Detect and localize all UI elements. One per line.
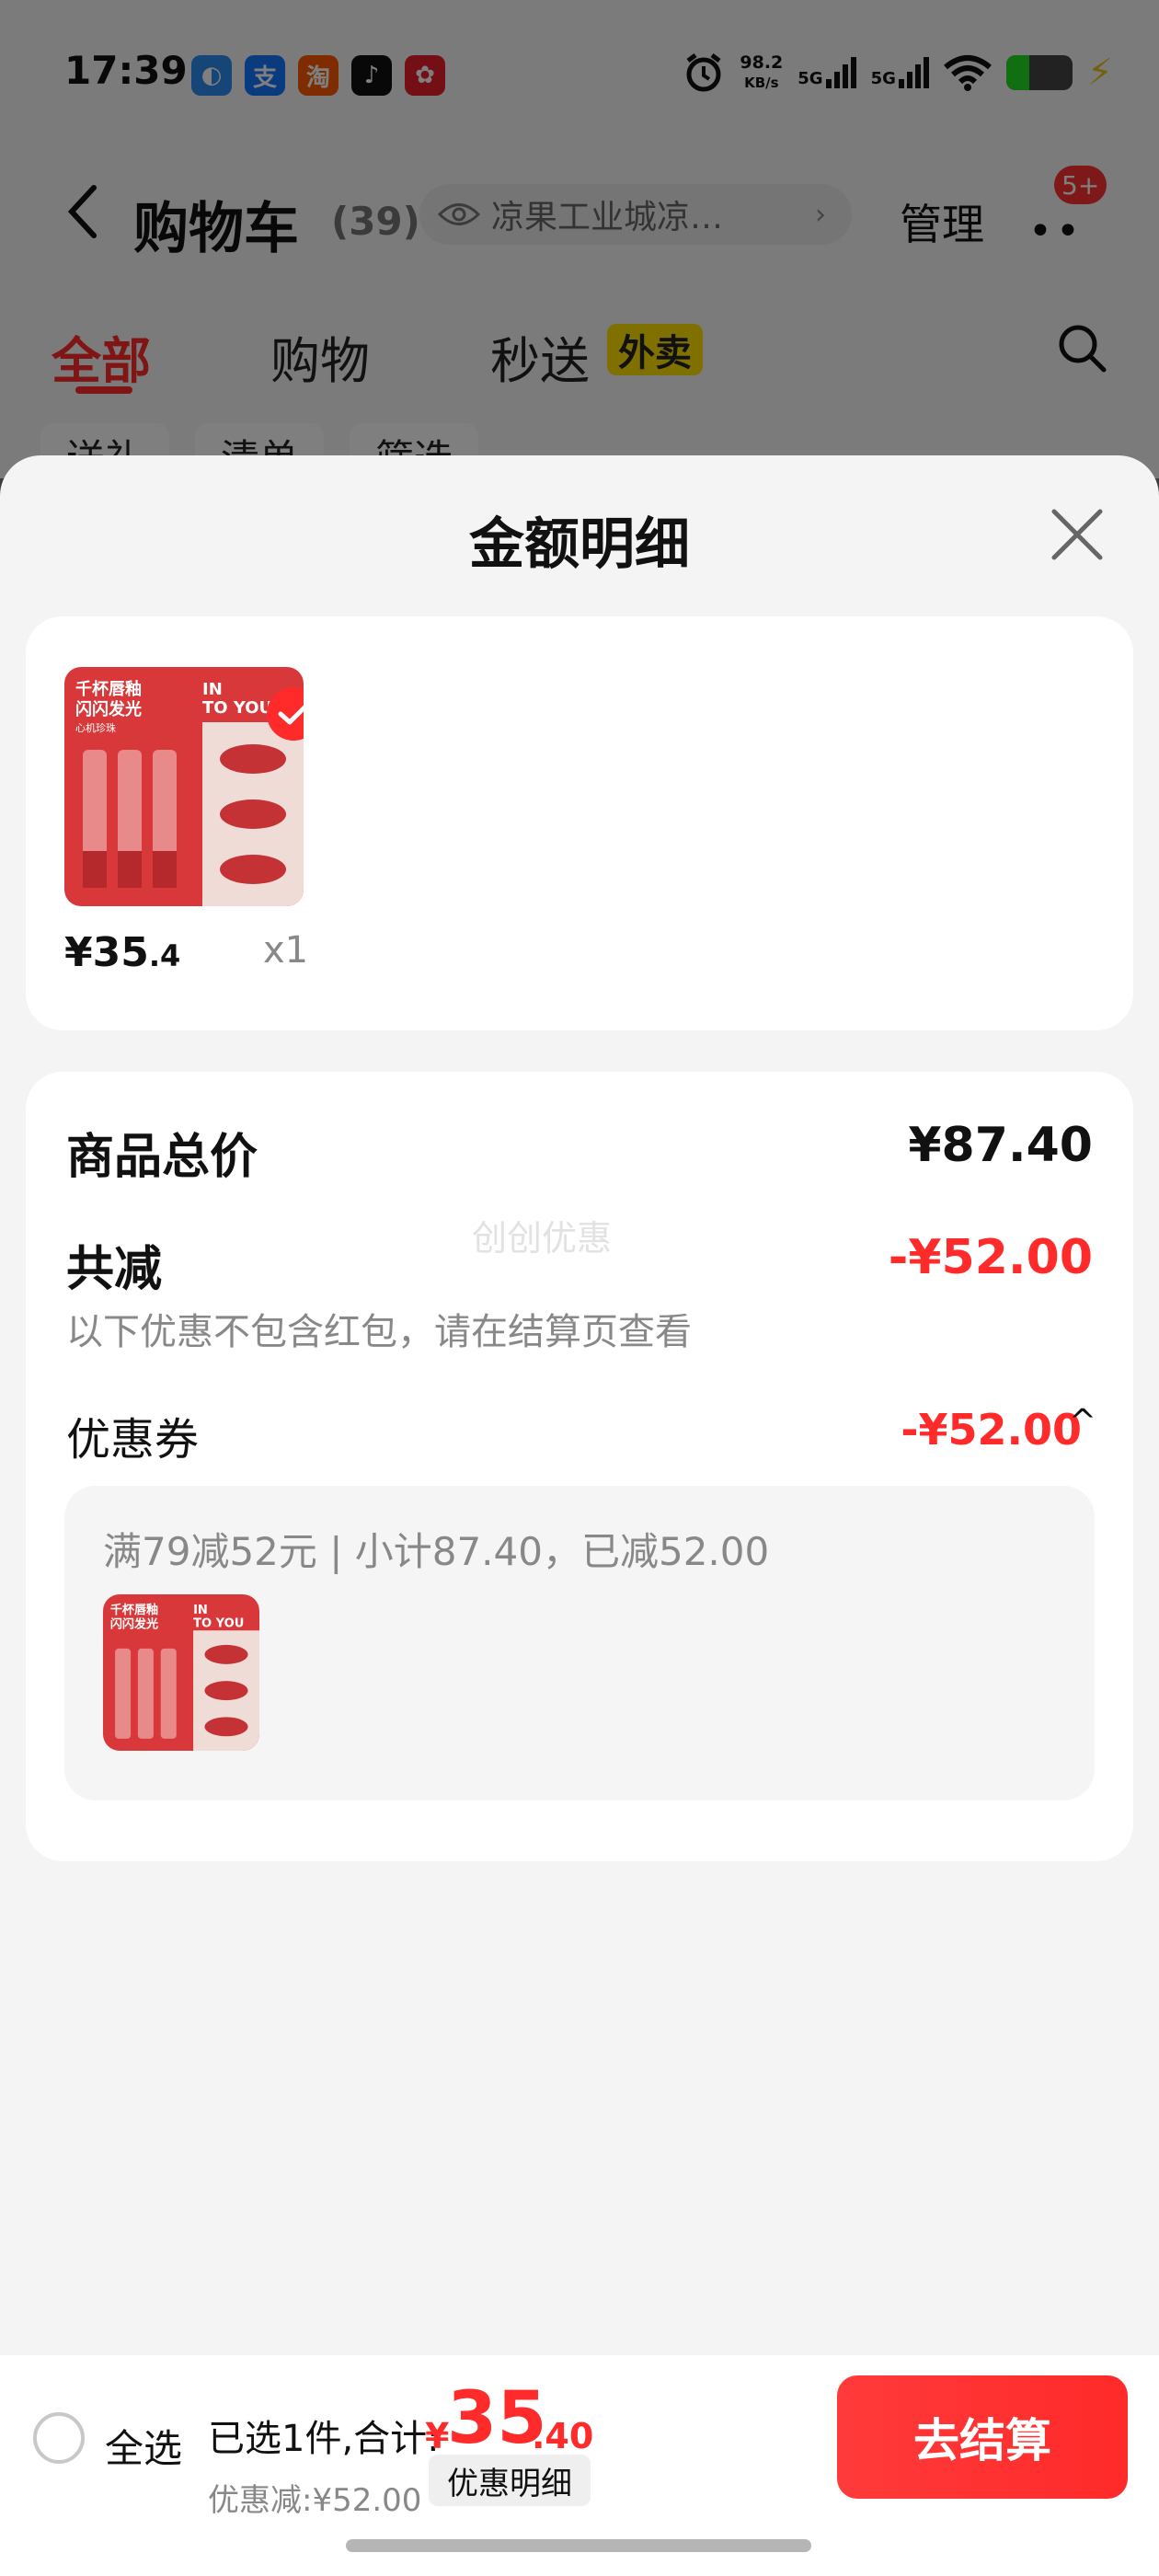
lip-gloss-product-image-small: 千杯唇釉 闪闪发光 IN TO YOU xyxy=(103,1594,259,1751)
watermark-text: 创创优惠 xyxy=(472,1218,613,1259)
lip-gloss-product-image: 千杯唇釉 闪闪发光 心机珍珠 IN TO YOU xyxy=(64,667,304,906)
total-amount-decimal: .40 xyxy=(532,2416,594,2456)
total-discount-label: 共减 xyxy=(66,1242,163,1297)
total-price-value: ¥87.40 xyxy=(908,1118,1093,1173)
svg-text:IN: IN xyxy=(202,680,223,699)
svg-text:闪闪发光: 闪闪发光 xyxy=(75,699,142,719)
home-indicator[interactable] xyxy=(346,2539,811,2552)
discount-note: 以下优惠不包含红包，请在结算页查看 xyxy=(66,1311,692,1353)
sheet-title: 金额明细 xyxy=(469,512,690,577)
coupon-label: 优惠券 xyxy=(66,1414,200,1466)
svg-text:TO YOU: TO YOU xyxy=(202,698,272,718)
discount-amount: 优惠减:¥52.00 xyxy=(208,2482,422,2519)
svg-text:千杯唇釉: 千杯唇釉 xyxy=(110,1603,158,1617)
select-all-checkbox[interactable] xyxy=(33,2412,85,2464)
chevron-up-icon[interactable]: ^ xyxy=(1069,1403,1096,1441)
product-price: ¥35.4 xyxy=(64,929,181,976)
svg-text:IN: IN xyxy=(193,1604,208,1617)
total-price-label: 商品总价 xyxy=(66,1130,258,1185)
price-summary-card: 商品总价 ¥87.40 创创优惠 共减 -¥52.00 以下优惠不包含红包，请在… xyxy=(26,1072,1133,1861)
select-all-label[interactable]: 全选 xyxy=(105,2418,182,2474)
total-discount-value: -¥52.00 xyxy=(888,1230,1093,1285)
selected-summary: 已选1件,合计: xyxy=(208,2418,440,2460)
svg-text:TO YOU: TO YOU xyxy=(193,1616,244,1630)
svg-text:心机珍珠: 心机珍珠 xyxy=(75,721,116,734)
amount-detail-sheet: 金额明细 千杯唇釉 闪闪发光 心机珍珠 IN TO YOU ¥35.4 x1 商… xyxy=(0,455,1159,2576)
svg-text:闪闪发光: 闪闪发光 xyxy=(110,1617,158,1632)
coupon-description: 满79减52元 | 小计87.40，已减52.00 xyxy=(103,1529,770,1574)
product-quantity: x1 xyxy=(263,929,309,972)
coupon-value[interactable]: -¥52.00 xyxy=(901,1405,1082,1455)
product-thumbnail[interactable]: 千杯唇釉 闪闪发光 心机珍珠 IN TO YOU xyxy=(64,667,304,906)
close-icon[interactable] xyxy=(1049,506,1106,563)
coupon-product-thumbnail: 千杯唇釉 闪闪发光 IN TO YOU xyxy=(103,1594,259,1751)
discount-detail-button[interactable]: 优惠明细 xyxy=(429,2455,591,2506)
total-currency: ¥ xyxy=(425,2416,450,2456)
product-card: 千杯唇釉 闪闪发光 心机珍珠 IN TO YOU ¥35.4 x1 xyxy=(26,616,1133,1030)
coupon-detail-box: 满79减52元 | 小计87.40，已减52.00 千杯唇釉 闪闪发光 IN T… xyxy=(64,1486,1095,1800)
checkout-button[interactable]: 去结算 xyxy=(837,2375,1128,2499)
image-text-cn: 千杯唇釉 xyxy=(75,679,142,699)
